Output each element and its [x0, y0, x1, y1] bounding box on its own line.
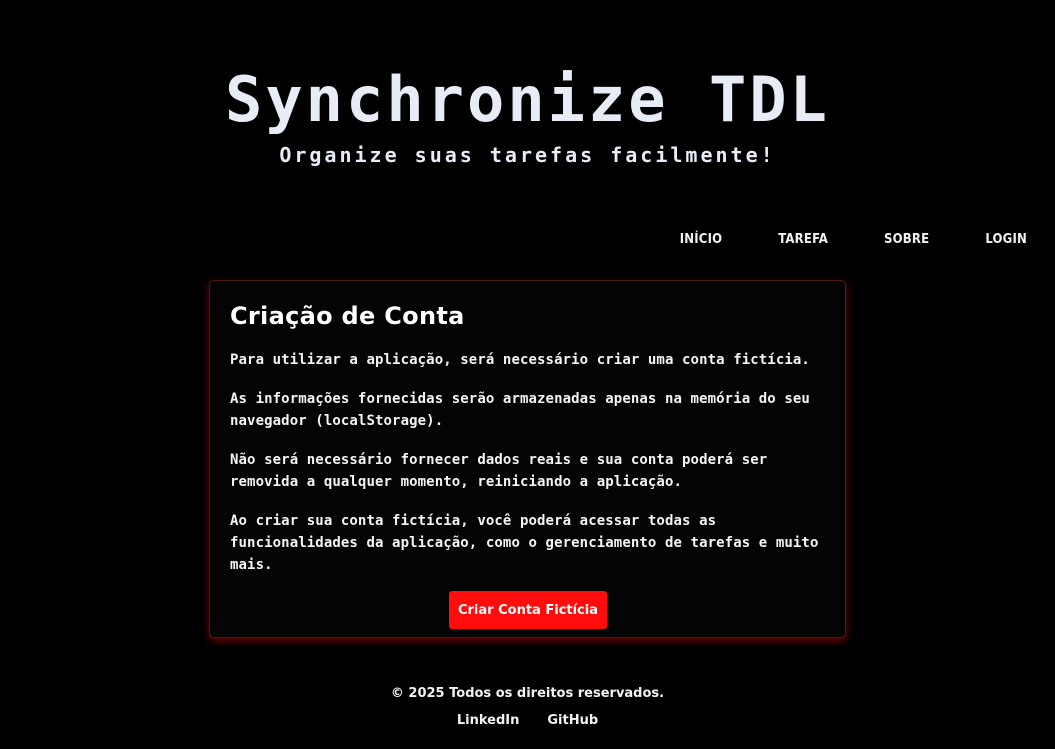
nav-link-inicio[interactable]: INÍCIO: [680, 230, 723, 250]
account-creation-card: Criação de Conta Para utilizar a aplicaç…: [209, 280, 846, 638]
main-nav: INÍCIO TAREFA SOBRE LOGIN: [624, 230, 1027, 250]
site-subtitle: Organize suas tarefas facilmente!: [279, 143, 776, 167]
copyright-text: © 2025 Todos os direitos reservados.: [390, 686, 665, 701]
card-paragraph-storage: As informações fornecidas serão armazena…: [230, 391, 810, 429]
card-paragraph-no-real-data: Não será necessário fornecer dados reais…: [230, 452, 768, 490]
page: Synchronize TDL Organize suas tarefas fa…: [0, 0, 1055, 749]
footer-links: LinkedIn GitHub: [0, 711, 1055, 731]
nav-link-tarefa[interactable]: TAREFA: [778, 230, 828, 250]
card-paragraph-features: Ao criar sua conta fictícia, você poderá…: [230, 513, 819, 573]
site-footer: © 2025 Todos os direitos reservados. Lin…: [0, 683, 1055, 731]
footer-link-github[interactable]: GitHub: [547, 711, 598, 731]
card-paragraph-intro: Para utilizar a aplicação, será necessár…: [230, 352, 810, 368]
site-title: Synchronize TDL: [225, 63, 830, 136]
nav-link-sobre[interactable]: SOBRE: [884, 230, 929, 250]
card-title: Criação de Conta: [230, 302, 465, 330]
footer-link-linkedin[interactable]: LinkedIn: [457, 711, 520, 731]
nav-link-login[interactable]: LOGIN: [985, 230, 1027, 250]
create-account-button[interactable]: Criar Conta Fictícia: [449, 591, 607, 629]
